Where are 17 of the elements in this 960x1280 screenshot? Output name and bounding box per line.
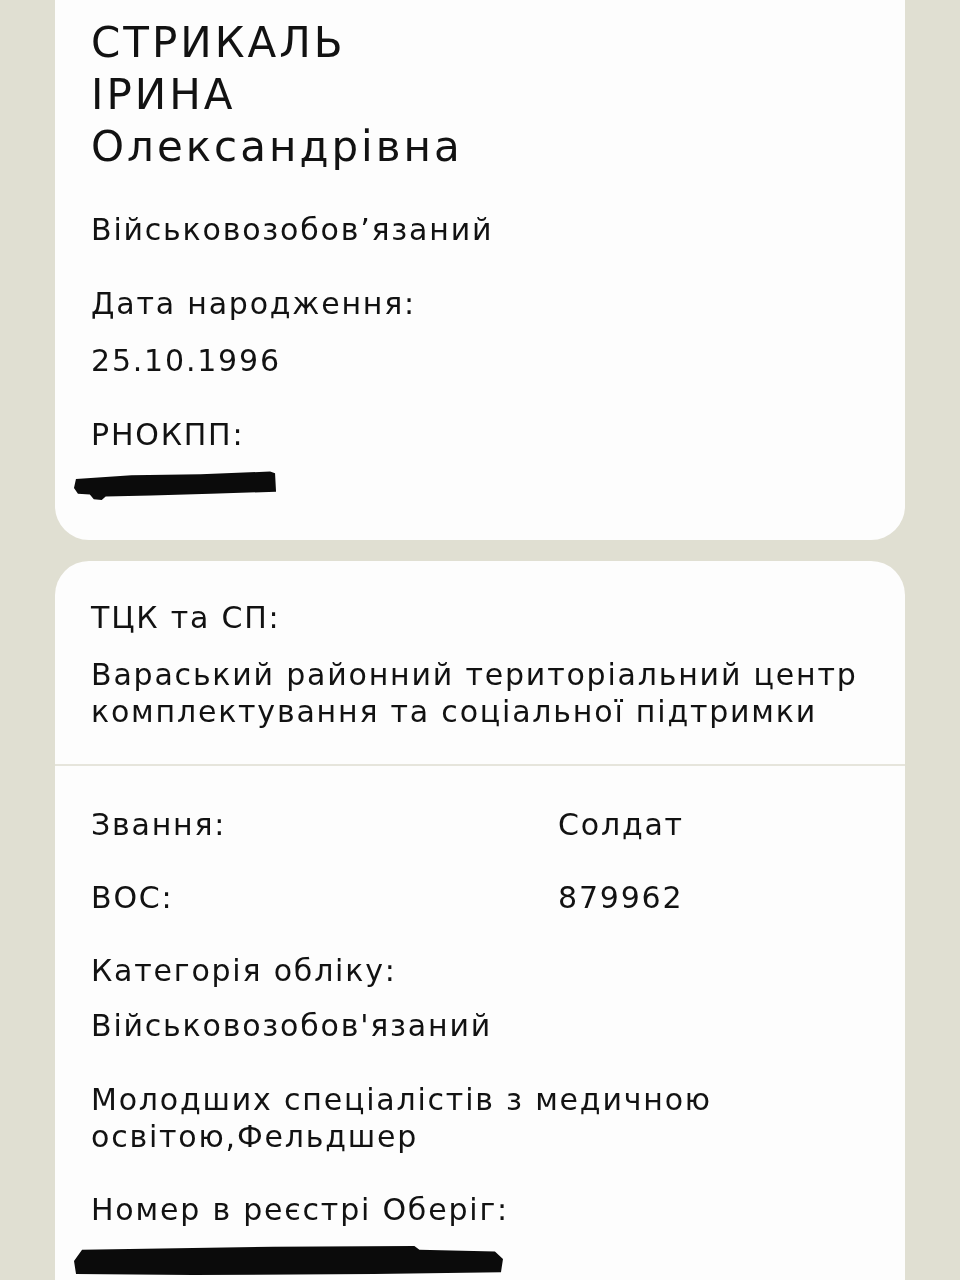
field-label: Дата народження:: [91, 286, 417, 322]
field-value: Військовозобов'язаний: [91, 1008, 492, 1044]
person-name: СТРИКАЛЬ: [91, 17, 346, 69]
field-value: Солдат: [558, 807, 684, 843]
person-name: Олександрівна: [91, 121, 463, 173]
status-text: Військовозобов’язаний: [91, 212, 494, 248]
specialty-text: Молодших спеціалістів з медичною освітою,Фельдшер: [91, 1081, 713, 1155]
field-value: 25.10.1996: [91, 343, 281, 379]
field-label: ВОС:: [91, 880, 174, 916]
field-label: ТЦК та СП:: [91, 600, 281, 636]
field-value: 879962: [558, 880, 684, 916]
field-label: Звання:: [91, 807, 227, 843]
person-name: ІРИНА: [91, 69, 236, 121]
field-label: РНОКПП:: [91, 417, 245, 453]
field-label: Категорія обліку:: [91, 953, 397, 989]
field-value: Вараський районний територіальний центр комплектування та соціальної підтримки: [91, 656, 859, 730]
field-label: Номер в реєстрі Оберіг:: [91, 1192, 509, 1228]
